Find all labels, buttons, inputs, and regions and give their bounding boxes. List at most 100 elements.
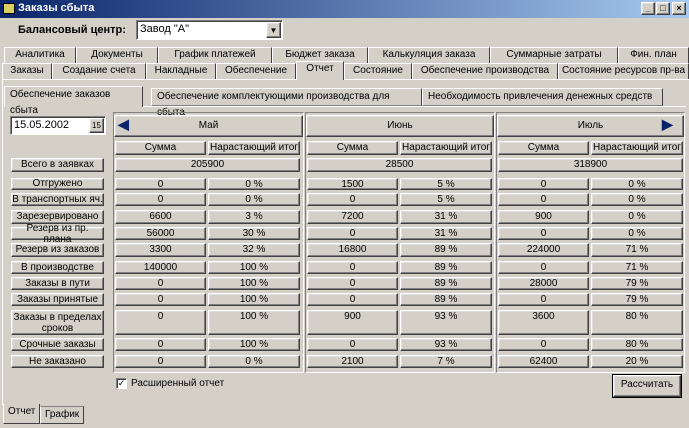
sum-cell: 224000 [498, 243, 589, 257]
month-header-june: Июнь [306, 115, 494, 137]
tab-documents[interactable]: Документы [76, 47, 158, 63]
row-label-urgent-orders: Срочные заказы [11, 338, 104, 351]
chevron-down-icon[interactable]: ▼ [266, 22, 281, 38]
tab-create-invoice[interactable]: Создание счета [52, 63, 146, 79]
cumulative-cell: 100 % [208, 310, 300, 335]
cumulative-cell: 100 % [208, 293, 300, 306]
balance-center-label: Балансовый центр: [18, 24, 126, 36]
sum-cell: 140000 [115, 261, 206, 274]
cumulative-cell: 0 % [591, 193, 683, 206]
tab-analytics[interactable]: Аналитика [4, 47, 76, 63]
cumulative-cell: 5 % [400, 193, 492, 206]
balance-center-select[interactable]: Завод "А" ▼ [136, 20, 283, 40]
arrow-right-icon[interactable]: ▶ [662, 117, 673, 131]
sum-cell: 0 [498, 293, 589, 306]
row-label-orders-accepted: Заказы принятые [11, 293, 104, 306]
row-label-reserve-from-plan: Резерв из пр. плана [11, 223, 104, 245]
sum-cell: 0 [307, 338, 398, 351]
extended-report-checkbox[interactable]: ✓ [116, 378, 127, 389]
cumulative-cell: 89 % [400, 261, 492, 274]
sum-cell: 0 [115, 178, 206, 190]
cumulative-cell: 79 % [591, 293, 683, 306]
sum-cell: 0 [498, 227, 589, 240]
tab-total-costs[interactable]: Суммарные затраты [490, 47, 618, 63]
cumulative-cell: 31 % [400, 227, 492, 240]
sum-cell: 28000 [498, 277, 589, 290]
column-header-cumulative-may: Нарастающий итог [208, 141, 300, 155]
column-header-cumulative-july: Нарастающий итог [591, 141, 683, 155]
month-header-july: Июль [497, 115, 684, 137]
cumulative-cell: 3 % [208, 210, 300, 224]
arrow-left-icon[interactable]: ◀ [118, 117, 129, 131]
sum-cell: 1500 [307, 178, 398, 190]
row-label-not-ordered: Не заказано [11, 355, 104, 368]
column-header-sum-may: Сумма [115, 141, 206, 155]
cumulative-cell: 89 % [400, 277, 492, 290]
sum-cell: 62400 [498, 355, 589, 368]
sum-cell: 0 [115, 193, 206, 206]
subtab-funding-need[interactable]: Необходимость привлечения денежных средс… [422, 88, 663, 106]
tab-report[interactable]: Отчет [296, 61, 344, 80]
tab-payment-schedule[interactable]: График платежей [158, 47, 272, 63]
sum-cell: 7200 [307, 210, 398, 224]
cumulative-cell: 80 % [591, 338, 683, 351]
sum-cell: 900 [307, 310, 398, 335]
cumulative-cell: 79 % [591, 277, 683, 290]
app-icon [3, 3, 15, 14]
close-button[interactable]: × [672, 2, 686, 15]
row-label-in-transport: В транспортных яч. [11, 193, 104, 206]
row-label-orders-within-terms: Заказы в пределах сроков [11, 310, 104, 335]
subtab-sales-orders-provision[interactable]: Обеспечение заказов сбыта [4, 86, 143, 116]
tab-provision[interactable]: Обеспечение [216, 63, 296, 79]
month-name-july: Июль [577, 120, 604, 131]
total-value-may: 205900 [115, 158, 300, 172]
sum-cell: 0 [307, 193, 398, 206]
calendar-icon[interactable]: 15 [89, 118, 104, 133]
sum-cell: 56000 [115, 227, 206, 240]
sum-cell: 0 [307, 261, 398, 274]
cumulative-cell: 0 % [208, 355, 300, 368]
bottom-tab-report[interactable]: Отчет [3, 404, 41, 424]
sum-cell: 0 [115, 293, 206, 306]
sum-cell: 6600 [115, 210, 206, 224]
total-value-june: 28500 [307, 158, 492, 172]
cumulative-cell: 31 % [400, 210, 492, 224]
row-label-orders-in-transit: Заказы в пути [11, 277, 104, 290]
column-header-cumulative-june: Нарастающий итог [400, 141, 492, 155]
minimize-button[interactable]: _ [641, 2, 655, 15]
cumulative-cell: 71 % [591, 261, 683, 274]
tab-orders[interactable]: Заказы [2, 63, 52, 79]
tab-waybills[interactable]: Накладные [146, 63, 216, 79]
cumulative-cell: 5 % [400, 178, 492, 190]
column-header-sum-july: Сумма [498, 141, 589, 155]
cumulative-cell: 32 % [208, 243, 300, 257]
cumulative-cell: 80 % [591, 310, 683, 335]
cumulative-cell: 0 % [208, 193, 300, 206]
subtab-components-provision[interactable]: Обеспечение комплектующими производства … [151, 88, 422, 118]
tab-production-resources[interactable]: Состояние ресурсов пр-ва [558, 63, 689, 79]
column-header-sum-june: Сумма [307, 141, 398, 155]
calculate-button[interactable]: Рассчитать [612, 374, 682, 398]
cumulative-cell: 89 % [400, 293, 492, 306]
sum-cell: 0 [307, 277, 398, 290]
tab-order-calculation[interactable]: Калькуляция заказа [368, 47, 490, 63]
cumulative-cell: 89 % [400, 243, 492, 257]
bottom-tab-chart[interactable]: График [40, 406, 85, 424]
tab-fin-plan[interactable]: Фин. план [618, 47, 689, 63]
row-label-reserve-from-orders: Резерв из заказов [11, 243, 104, 257]
sum-cell: 16800 [307, 243, 398, 257]
tab-status[interactable]: Состояние [344, 63, 412, 79]
date-value: 15.05.2002 [14, 119, 70, 131]
sum-cell: 0 [115, 277, 206, 290]
row-label-in-production: В производстве [11, 261, 104, 274]
cumulative-cell: 71 % [591, 243, 683, 257]
sum-cell: 0 [307, 227, 398, 240]
cumulative-cell: 93 % [400, 310, 492, 335]
title-bar: Заказы сбыта _ □ × [0, 0, 689, 18]
balance-center-value: Завод "А" [140, 23, 189, 35]
tab-production-provision[interactable]: Обеспечение производства [412, 63, 558, 79]
sum-cell: 0 [498, 193, 589, 206]
cumulative-cell: 0 % [591, 178, 683, 190]
maximize-button[interactable]: □ [656, 2, 670, 15]
sum-cell: 3300 [115, 243, 206, 257]
